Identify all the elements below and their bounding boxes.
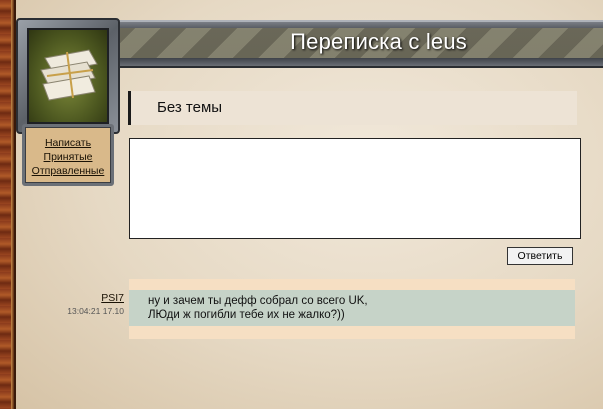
page-title: Переписка с leus	[290, 29, 467, 54]
subject-bar: Без темы	[128, 91, 577, 125]
message-body: ну и зачем ты дефф собрал со всего UK, Л…	[129, 290, 575, 326]
message-meta: PSI7 13:04:21 17.10	[40, 292, 124, 316]
sent-link[interactable]: Отправленные	[25, 164, 111, 178]
reply-textarea[interactable]	[129, 138, 581, 239]
letters-bundle-icon	[27, 28, 109, 124]
message-author-link[interactable]: PSI7	[40, 292, 124, 304]
message-line: ЛЮди ж погибли тебе их не жалко?))	[148, 309, 345, 321]
message-timestamp: 13:04:21 17.10	[67, 306, 124, 316]
message-line: ну и зачем ты дефф собрал со всего UK,	[148, 295, 368, 307]
header-bar: Переписка с leus	[110, 20, 603, 68]
wooden-border	[0, 0, 16, 409]
portrait-frame	[16, 18, 120, 134]
message-card: ну и зачем ты дефф собрал со всего UK, Л…	[129, 279, 575, 339]
reply-button[interactable]: Ответить	[507, 247, 573, 265]
compose-link[interactable]: Написать	[25, 136, 111, 150]
subject-text: Без темы	[157, 99, 223, 116]
mail-menu: Написать Принятые Отправленные	[22, 124, 114, 186]
inbox-link[interactable]: Принятые	[25, 150, 111, 164]
